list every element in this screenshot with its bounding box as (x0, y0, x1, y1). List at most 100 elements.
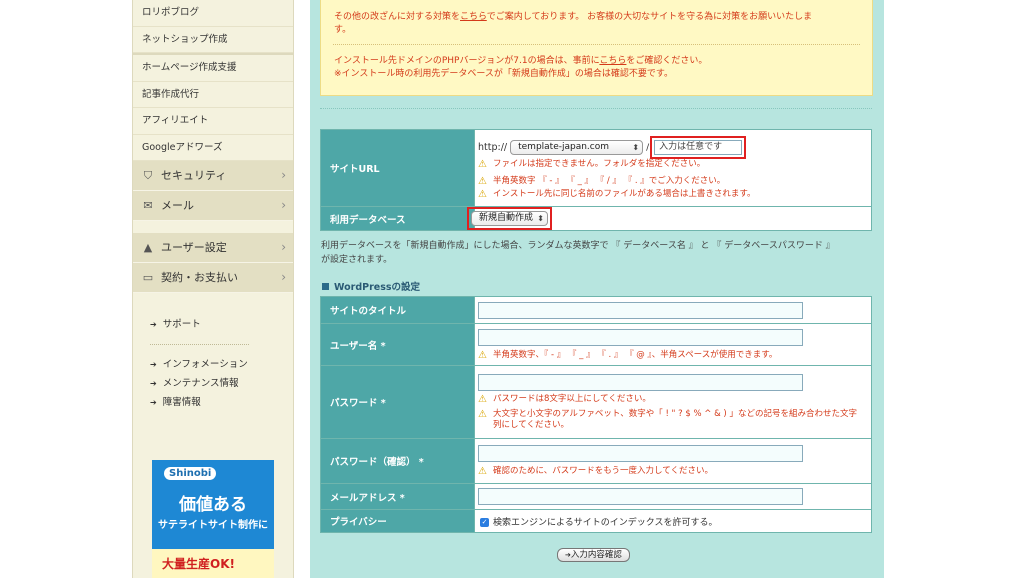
password-confirm-label: パスワード（確認） * (320, 438, 475, 484)
confirm-button-label: 入力内容確認 (570, 550, 622, 560)
sidebar-gap (133, 221, 293, 233)
database-note: 利用データベースを「新規自動作成」にした場合、ランダムな英数字で 『 データベー… (321, 239, 871, 267)
path-input[interactable]: 入力は任意です (654, 140, 743, 155)
email-input[interactable] (478, 488, 803, 505)
notice-link-php[interactable]: こちら (599, 56, 626, 66)
user-icon: ▲ (143, 241, 153, 254)
banner-headline: 価値ある (179, 495, 247, 515)
password-confirm-input[interactable] (478, 445, 803, 462)
url-warning-3: インストール先に同じ名前のファイルがある場合は上書きされます。 (478, 189, 871, 200)
password-label: パスワード * (320, 365, 475, 439)
chevron-right-icon: › (281, 168, 286, 182)
banner-bottom-text: 大量生産OK! (162, 557, 235, 571)
sidebar-link-outage[interactable]: ➔ 障害情報 (133, 393, 293, 412)
password-warning-2-line: 列にしてください。 (493, 419, 569, 430)
sidebar-category-contract-payment[interactable]: ▭ 契約・お支払い › (133, 263, 293, 293)
privacy-label: プライバシー (320, 509, 475, 533)
password-cell: パスワードは8文字以上にしてください。 大文字と小文字のアルファベット、数字や「… (474, 365, 872, 439)
notice-text: インストール先ドメインのPHPバージョンが7.1の場合は、事前に (334, 56, 600, 66)
sidebar-link-label: 障害情報 (162, 397, 201, 408)
database-select-highlight: 新規自動作成 (467, 207, 552, 230)
sidebar-link-google-adwords[interactable]: Googleアドワーズ (133, 135, 293, 161)
privacy-checkbox[interactable]: ✓ (480, 517, 489, 527)
wordpress-settings-table: サイトのタイトル ユーザー名 * 半角英数字、『 - 』 『 _ 』 『 . 』… (320, 296, 872, 533)
sidebar-category-label: セキュリティ (161, 169, 227, 182)
arrow-right-icon: ➔ (150, 379, 157, 388)
chevron-right-icon: › (281, 240, 286, 254)
sidebar-link-affiliate[interactable]: アフィリエイト (133, 108, 293, 135)
email-cell (474, 483, 872, 510)
sidebar-link-label: インフォメーション (162, 359, 248, 370)
url-warning-1: ファイルは指定できません。フォルダを指定ください。 (478, 159, 871, 170)
sidebar-category-label: ユーザー設定 (161, 241, 227, 254)
shinobi-banner[interactable]: Shinobi 価値ある サテライトサイト制作に 大量生産OK! (152, 460, 274, 578)
sidebar-category-mail[interactable]: ✉ メール › (133, 191, 293, 221)
sidebar-link-label: サポート (162, 319, 201, 330)
confirm-input-button[interactable]: ➔入力内容確認 (557, 548, 630, 562)
domain-select[interactable]: template-japan.com (510, 140, 644, 155)
url-warning-2: 半角英数字 『 - 』 『 _ 』 『 / 』 『 . 』でご入力ください。 (478, 176, 871, 187)
wordpress-settings-heading: WordPressの設定 (322, 279, 420, 293)
password-warning-2-line: 大文字と小文字のアルファベット、数字や「 ! " ? $ % ^ & ) 」など… (493, 408, 857, 419)
url-prefix: http:// (478, 142, 508, 153)
notice-box: その他の改ざんに対する対策をこちらでご案内しております。 お客様の大切なサイトを… (320, 0, 873, 96)
arrow-right-icon: ➔ (150, 320, 157, 329)
sidebar-link-information[interactable]: ➔ インフォメーション (133, 355, 293, 374)
site-url-cell: http:// template-japan.com / 入力は任意です ファイ… (474, 129, 872, 207)
sidebar-category-label: 契約・お支払い (161, 271, 238, 284)
site-settings-table: サイトURL http:// template-japan.com / 入力は任… (320, 129, 872, 231)
section-title: WordPressの設定 (334, 282, 421, 293)
password-warning-1: パスワードは8文字以上にしてください。 (478, 394, 871, 405)
arrow-right-icon: ➔ (150, 360, 157, 369)
notice-link-security[interactable]: こちら (460, 12, 487, 22)
path-input-highlight: 入力は任意です (650, 136, 747, 159)
sidebar-link-support[interactable]: ➔ サポート (133, 315, 293, 334)
sidebar-category-label: メール (161, 199, 194, 212)
notice-text: す。 (334, 24, 352, 35)
database-note-line: 利用データベースを「新規自動作成」にした場合、ランダムな英数字で 『 データベー… (321, 241, 835, 251)
sidebar-link-maintenance[interactable]: ➔ メンテナンス情報 (133, 374, 293, 393)
username-cell: 半角英数字、『 - 』 『 _ 』 『 . 』 『 @ 』、半角スペースが使用で… (474, 323, 872, 366)
sidebar-category-security[interactable]: ⛉ セキュリティ › (133, 161, 293, 191)
notice-text: でご案内しております。 お客様の大切なサイトを守る為に対策をお願いいたしま (486, 12, 813, 22)
database-label: 利用データベース (320, 206, 475, 231)
chevron-right-icon: › (281, 270, 286, 284)
password-input[interactable] (478, 373, 803, 391)
sidebar-link-homepage-support[interactable]: ホームページ作成支援 (133, 53, 293, 82)
privacy-cell: ✓ 検索エンジンによるサイトのインデックスを許可する。 (474, 509, 872, 533)
site-title-cell (474, 296, 872, 324)
notice-text: その他の改ざんに対する対策を (334, 12, 461, 22)
email-label: メールアドレス * (320, 483, 475, 510)
url-input-row: http:// template-japan.com / 入力は任意です (478, 136, 871, 159)
card-icon: ▭ (142, 271, 154, 284)
chevron-right-icon: › (281, 198, 286, 212)
square-bullet-icon (322, 283, 329, 290)
sidebar-link-label: メンテナンス情報 (162, 378, 239, 389)
sidebar-divider (150, 344, 249, 355)
username-input[interactable] (478, 328, 803, 346)
url-slash: / (646, 142, 650, 153)
notice-text: ※インストール時の利用先データベースが「新規自動作成」の場合は確認不要です。 (334, 68, 674, 79)
username-label: ユーザー名 * (320, 323, 475, 366)
banner-bottom: 大量生産OK! (152, 549, 274, 578)
privacy-text: 検索エンジンによるサイトのインデックスを許可する。 (493, 517, 718, 528)
section-divider (320, 108, 872, 109)
banner-subline: サテライトサイト制作に (158, 520, 268, 531)
database-select[interactable]: 新規自動作成 (471, 211, 548, 226)
sidebar-category-user-settings[interactable]: ▲ ユーザー設定 › (133, 233, 293, 263)
notice-divider (333, 44, 860, 45)
sidebar-link-lolipop-blog[interactable]: ロリポブログ (133, 0, 293, 27)
notice-line-2: インストール先ドメインのPHPバージョンが7.1の場合は、事前にこちらをご確認く… (334, 55, 859, 80)
main-content: その他の改ざんに対する対策をこちらでご案内しております。 お客様の大切なサイトを… (310, 0, 884, 578)
site-title-label: サイトのタイトル (320, 296, 475, 324)
arrow-right-icon: ➔ (150, 398, 157, 407)
site-url-label: サイトURL (320, 129, 475, 207)
notice-line-1: その他の改ざんに対する対策をこちらでご案内しております。 お客様の大切なサイトを… (334, 11, 859, 36)
sidebar-link-article-writing[interactable]: 記事作成代行 (133, 82, 293, 108)
password-confirm-cell: 確認のために、パスワードをもう一度入力してください。 (474, 438, 872, 484)
sidebar-link-netshop[interactable]: ネットショップ作成 (133, 27, 293, 53)
mail-icon: ✉ (143, 199, 153, 212)
shield-icon: ⛉ (143, 169, 153, 182)
password-warning-2: 大文字と小文字のアルファベット、数字や「 ! " ? $ % ^ & ) 」など… (478, 409, 871, 431)
site-title-input[interactable] (478, 301, 803, 319)
